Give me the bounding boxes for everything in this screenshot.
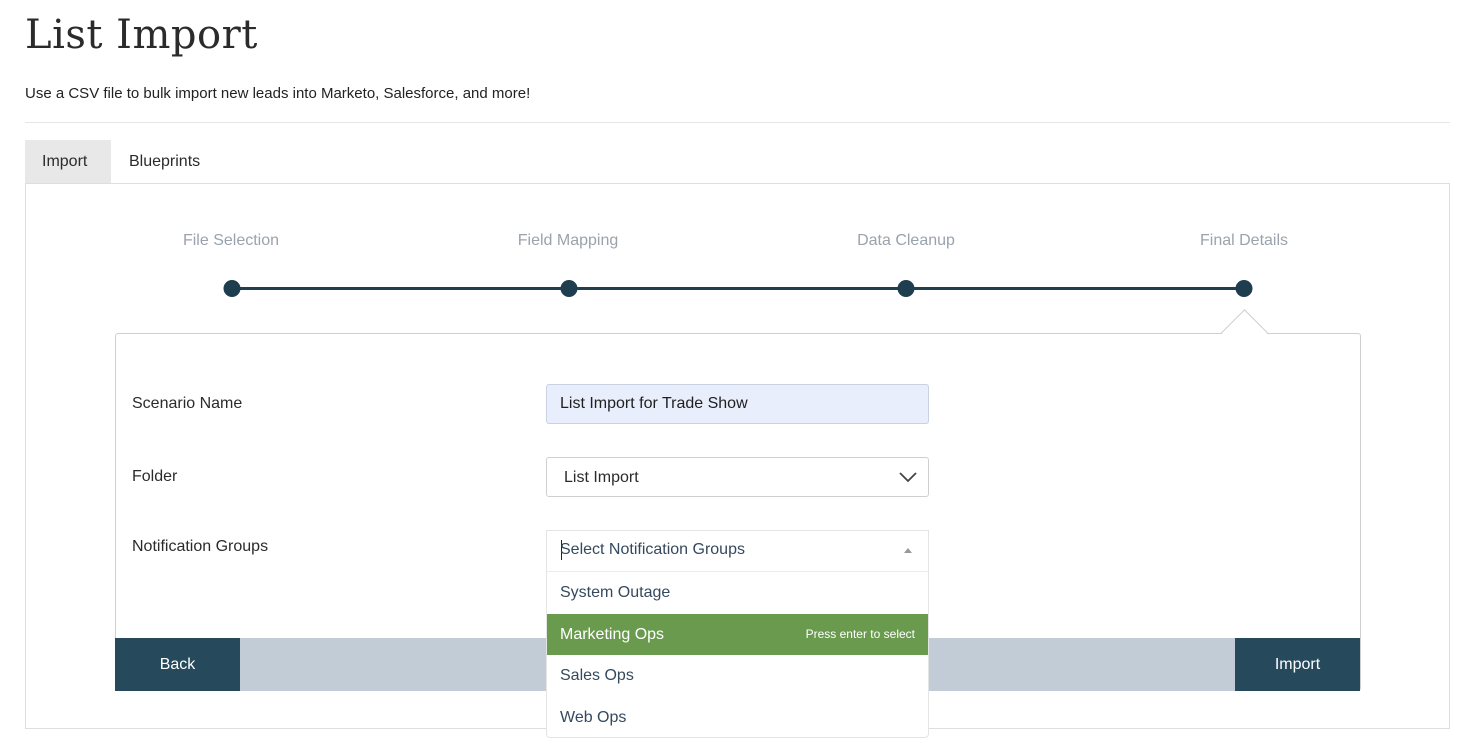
step-connector [232,287,569,290]
divider [25,122,1450,123]
option-label: Marketing Ops [560,625,665,643]
option-label: Sales Ops [560,667,634,684]
folder-select-value: List Import [564,469,639,486]
folder-label: Folder [132,468,178,485]
option-sales-ops[interactable]: Sales Ops [547,655,928,697]
step-dot-file-selection[interactable] [223,280,241,297]
chevron-down-icon [898,467,918,492]
notification-groups-multiselect[interactable]: Select Notification Groups [546,530,929,571]
notification-groups-placeholder[interactable]: Select Notification Groups [560,541,745,559]
option-label: Web Ops [560,708,627,726]
back-button[interactable]: Back [115,638,240,691]
step-label-data-cleanup: Data Cleanup [857,232,955,249]
folder-select[interactable]: List Import [546,457,929,497]
card-pointer-mask [1222,334,1268,354]
step-dot-data-cleanup[interactable] [897,280,915,297]
option-label: System Outage [560,584,671,601]
step-connector [906,287,1244,290]
option-web-ops[interactable]: Web Ops [547,697,928,739]
option-system-outage[interactable]: System Outage [547,572,928,614]
scenario-name-label: Scenario Name [132,395,243,412]
step-dot-final-details[interactable] [1235,280,1253,297]
page-title: List Import [25,12,258,58]
page-subtitle: Use a CSV file to bulk import new leads … [25,85,531,102]
step-label-final-details: Final Details [1199,232,1289,249]
step-connector [569,287,906,290]
scenario-name-input[interactable] [546,384,929,424]
notification-groups-label: Notification Groups [132,538,269,555]
tab-import[interactable]: Import [25,140,111,183]
caret-up-icon[interactable] [904,548,912,553]
import-button[interactable]: Import [1235,638,1360,691]
tab-blueprints[interactable]: Blueprints [112,140,217,183]
notification-groups-dropdown: System Outage Marketing Ops Press enter t… [546,571,929,738]
press-enter-hint: Press enter to select [805,626,915,641]
step-dot-field-mapping[interactable] [560,280,578,297]
step-label-file-selection: File Selection [182,232,280,249]
step-label-field-mapping: Field Mapping [517,232,619,249]
option-marketing-ops[interactable]: Marketing Ops Press enter to select [547,613,928,655]
